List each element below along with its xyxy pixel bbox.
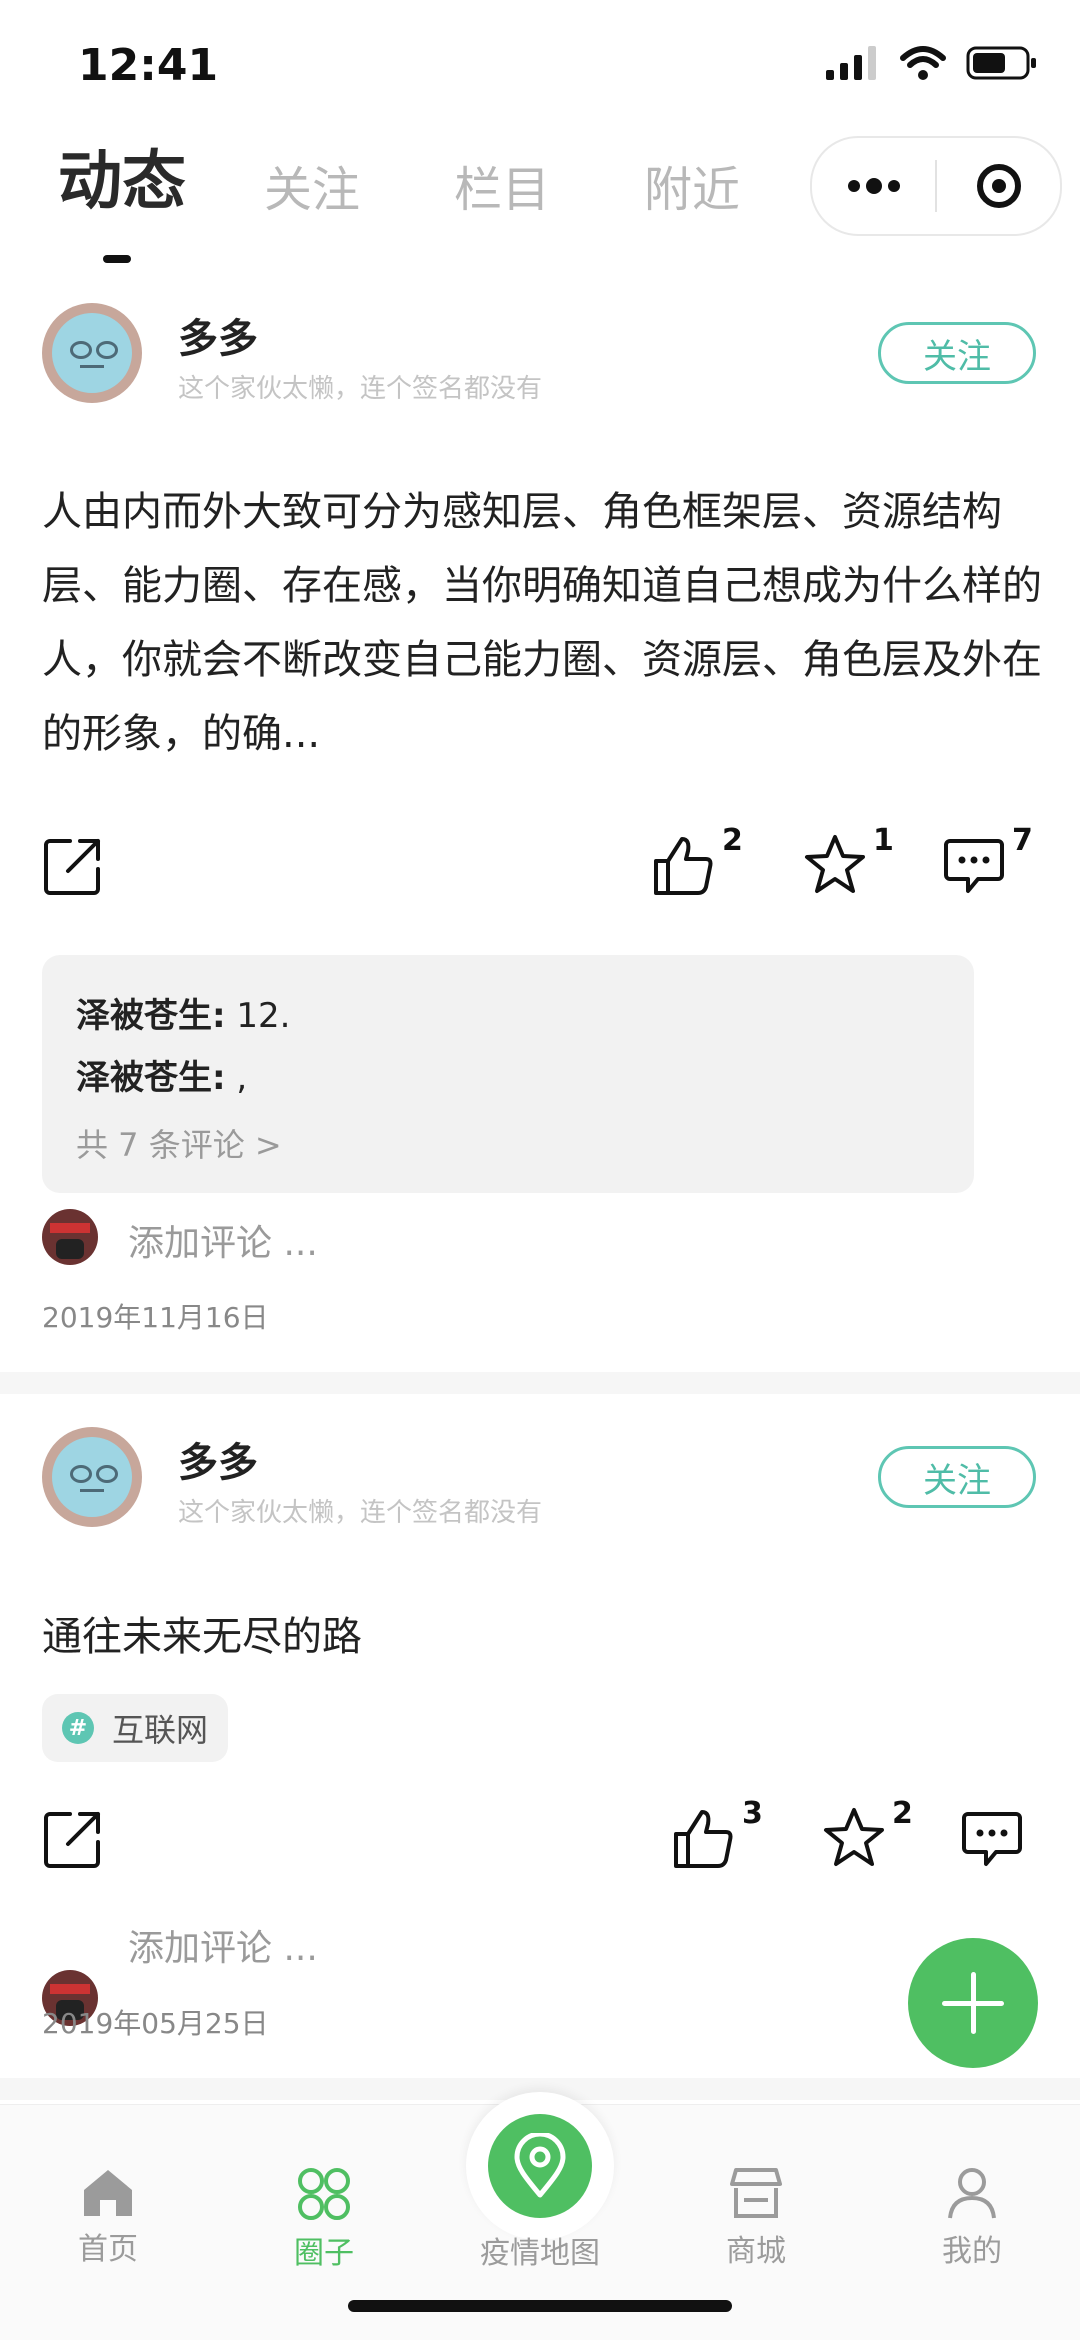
status-time: 12:41 (78, 40, 219, 91)
comment-line: 泽被苍生: , (76, 1050, 247, 1099)
home-indicator (348, 2300, 732, 2312)
status-icons (826, 46, 1038, 80)
comment-bubble-icon (944, 839, 1004, 893)
comment-user[interactable]: 泽被苍生: (76, 996, 226, 1036)
comment-count: 7 (1012, 823, 1033, 858)
nav-circles[interactable]: 圈子 (216, 2166, 432, 2272)
circles-icon (298, 2168, 350, 2220)
tab-following[interactable]: 关注 (264, 166, 360, 214)
author-name[interactable]: 多多 (178, 306, 258, 364)
tab-dynamic[interactable]: 动态 (58, 150, 186, 214)
nav-label: 商城 (726, 2234, 786, 2269)
top-tabs: 动态 关注 栏目 附近 (58, 150, 834, 214)
nav-home[interactable]: 首页 (0, 2166, 216, 2268)
comment-button[interactable]: 7 (942, 823, 1033, 897)
map-pin-icon (514, 2133, 566, 2198)
add-comment-input[interactable]: 添加评论 ... (128, 1214, 318, 1266)
follow-button[interactable]: 关注 (878, 1446, 1036, 1508)
follow-button[interactable]: 关注 (878, 322, 1036, 384)
comment-bubble-icon (962, 1812, 1022, 1866)
home-icon (84, 2170, 132, 2216)
like-count: 2 (722, 823, 743, 858)
author-signature: 这个家伙太懒，连个签名都没有 (178, 1498, 543, 1528)
post-date: 2019年11月16日 (42, 1301, 269, 1334)
like-count: 3 (742, 1796, 763, 1831)
comment-content: 12. (225, 996, 291, 1036)
add-comment-input[interactable]: 添加评论 ... (128, 1919, 318, 1971)
like-button[interactable]: 3 (672, 1796, 763, 1870)
view-all-comments-link[interactable]: 共 7 条评论 > (76, 1120, 282, 1166)
comment-content: , (225, 1058, 248, 1098)
favorite-button[interactable]: 1 (803, 823, 894, 897)
star-icon (805, 835, 865, 893)
favorite-count: 1 (873, 823, 894, 858)
battery-icon (966, 46, 1036, 80)
author-name[interactable]: 多多 (178, 1430, 258, 1488)
nav-label: 疫情地图 (480, 2236, 600, 2271)
post-divider (0, 1372, 1080, 1394)
nav-epidemic-map[interactable]: 疫情地图 (432, 2222, 648, 2272)
tab-nearby[interactable]: 附近 (644, 166, 740, 214)
nav-profile[interactable]: 我的 (864, 2166, 1080, 2270)
miniprogram-capsule (810, 136, 1062, 236)
author-avatar[interactable] (42, 1427, 142, 1527)
more-button[interactable] (812, 138, 935, 234)
post-text[interactable]: 人由内而外大致可分为感知层、角色框架层、资源结构层、能力圈、存在感，当你明确知道… (42, 475, 1042, 771)
active-tab-indicator (103, 255, 131, 263)
nav-label: 首页 (78, 2232, 138, 2267)
record-circle-icon (976, 164, 1021, 208)
author-avatar[interactable] (42, 303, 142, 403)
favorite-count: 2 (892, 1796, 913, 1831)
author-signature: 这个家伙太懒，连个签名都没有 (178, 374, 543, 404)
post-date: 2019年05月25日 (42, 2007, 269, 2040)
thumbs-up-icon (654, 837, 713, 895)
user-icon (948, 2168, 996, 2219)
comment-button[interactable] (960, 1806, 1024, 1870)
star-icon (824, 1808, 884, 1866)
nav-store[interactable]: 商城 (648, 2166, 864, 2270)
topic-tag[interactable]: # 互联网 (42, 1694, 228, 1762)
thumbs-up-icon (674, 1810, 733, 1868)
close-miniprogram-button[interactable] (937, 138, 1060, 234)
hashtag-icon: # (62, 1712, 94, 1744)
current-user-avatar (42, 1209, 98, 1265)
more-dots-icon (847, 178, 900, 194)
post-text[interactable]: 通往未来无尽的路 (42, 1600, 362, 1674)
create-post-button[interactable] (908, 1938, 1038, 2068)
favorite-button[interactable]: 2 (822, 1796, 913, 1870)
map-tab-button[interactable] (488, 2114, 592, 2218)
topic-tag-label: 互联网 (112, 1711, 209, 1749)
comment-user[interactable]: 泽被苍生: (76, 1058, 226, 1098)
share-icon[interactable] (42, 835, 104, 897)
signal-icon (826, 46, 876, 80)
wifi-icon (900, 46, 946, 80)
comment-line: 泽被苍生: 12. (76, 988, 291, 1037)
plus-icon (942, 1972, 1004, 2034)
share-icon[interactable] (42, 1808, 104, 1870)
nav-label: 我的 (942, 2234, 1002, 2269)
tab-columns[interactable]: 栏目 (454, 166, 550, 214)
like-button[interactable]: 2 (652, 823, 743, 897)
store-icon (730, 2168, 782, 2218)
nav-label: 圈子 (294, 2236, 354, 2271)
